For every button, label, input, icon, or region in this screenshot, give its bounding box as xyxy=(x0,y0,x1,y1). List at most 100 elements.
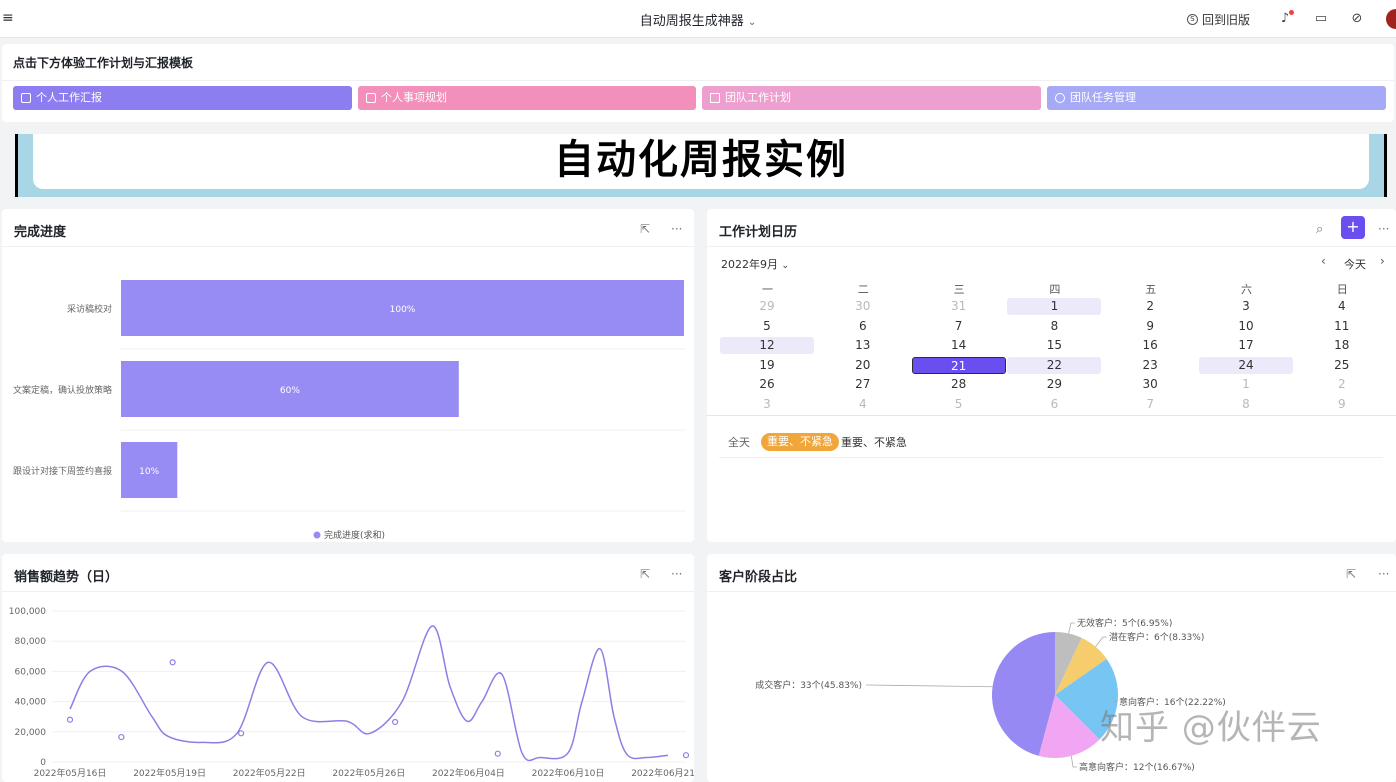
search-icon[interactable]: ⌕ xyxy=(1316,222,1323,237)
calendar-day[interactable]: 22 xyxy=(1007,356,1102,374)
data-point xyxy=(118,733,125,741)
calendar-day[interactable]: 3 xyxy=(1199,298,1293,315)
calendar-day[interactable]: 20 xyxy=(816,357,910,374)
month-label: 2022年9月 xyxy=(721,258,778,271)
calendar-day[interactable]: 2 xyxy=(1103,298,1197,315)
calendar-day[interactable]: 1 xyxy=(1199,376,1293,393)
calendar-day[interactable]: 16 xyxy=(1103,337,1197,354)
calendar-day[interactable]: 7 xyxy=(1103,396,1197,413)
back-label: 回到旧版 xyxy=(1201,12,1250,27)
data-point xyxy=(392,718,399,726)
calendar-day[interactable]: 4 xyxy=(816,396,910,413)
label-leader xyxy=(1095,636,1107,647)
banner-text: 自动化周报实例 xyxy=(554,137,848,183)
template-team-tasks[interactable]: 团队任务管理 xyxy=(1047,86,1386,110)
y-tick-label: 40,000 xyxy=(15,698,47,708)
data-point xyxy=(169,659,176,666)
calendar-day[interactable]: 17 xyxy=(1199,337,1293,354)
calendar-day[interactable]: 21 xyxy=(911,356,1006,374)
calendar-day[interactable]: 6 xyxy=(1007,396,1101,413)
prev-month-icon[interactable]: ‹ xyxy=(1321,254,1326,268)
calendar-day[interactable]: 14 xyxy=(912,337,1006,354)
data-point xyxy=(494,750,501,757)
event-text[interactable]: 重要、不紧急 xyxy=(841,434,907,450)
calendar-day[interactable]: 29 xyxy=(1007,376,1101,393)
calendar-day[interactable]: 12 xyxy=(720,337,814,355)
data-point xyxy=(682,752,690,759)
category-label: 采访稿校对 xyxy=(67,303,112,315)
month-selector[interactable]: 2022年9月 ⌄ xyxy=(721,256,789,272)
weekday-header: 六 xyxy=(1241,283,1252,296)
label-leader xyxy=(1070,755,1077,768)
more-icon[interactable]: ··· xyxy=(671,222,682,236)
calendar-day[interactable]: 31 xyxy=(912,298,1006,315)
inbox-icon[interactable]: ▭ xyxy=(1314,12,1328,26)
add-event-button[interactable]: + xyxy=(1341,216,1365,239)
compass-icon[interactable]: ⊘ xyxy=(1350,12,1364,26)
slice-label: 高意向客户：12个(16.67%) xyxy=(1079,761,1195,773)
calendar-day[interactable]: 8 xyxy=(1007,318,1101,335)
calendar-day[interactable]: 5 xyxy=(912,396,1006,413)
calendar-day[interactable]: 11 xyxy=(1295,318,1389,335)
expand-icon[interactable]: ⇱ xyxy=(640,222,650,236)
template-personal-report[interactable]: 个人工作汇报 xyxy=(13,86,352,110)
calendar-day[interactable]: 1 xyxy=(1007,298,1102,315)
calendar-day[interactable]: 4 xyxy=(1295,298,1389,315)
weekday-header: 二 xyxy=(857,283,869,296)
more-icon[interactable]: ··· xyxy=(1378,222,1389,236)
calendar-day[interactable]: 27 xyxy=(816,376,910,393)
calendar-day[interactable]: 28 xyxy=(912,376,1006,393)
calendar-day[interactable]: 18 xyxy=(1295,337,1389,354)
calendar-day[interactable]: 9 xyxy=(1295,396,1389,413)
calendar-day[interactable]: 5 xyxy=(720,318,814,335)
x-tick-label: 2022年06月21日 xyxy=(631,767,694,779)
y-tick-label: 80,000 xyxy=(15,637,47,647)
calendar-day[interactable]: 10 xyxy=(1199,318,1293,335)
bell-icon[interactable]: ♪ xyxy=(1278,10,1294,26)
calendar-day[interactable]: 24 xyxy=(1199,356,1293,374)
calendar-day[interactable]: 30 xyxy=(816,298,910,315)
calendar-day[interactable]: 15 xyxy=(1007,337,1101,354)
calendar-day[interactable]: 23 xyxy=(1103,357,1197,374)
panel-title: 完成进度 xyxy=(14,225,67,240)
calendar-day[interactable]: 25 xyxy=(1295,357,1389,374)
calendar-icon xyxy=(366,93,376,103)
y-tick-label: 20,000 xyxy=(15,728,47,738)
today-button[interactable]: 今天 xyxy=(1344,256,1366,272)
template-personal-plan[interactable]: 个人事项规划 xyxy=(358,86,696,110)
slice-label: 成交客户：33个(45.83%) xyxy=(755,679,862,691)
next-month-icon[interactable]: › xyxy=(1380,254,1385,268)
event-tag[interactable]: 重要、不紧急 xyxy=(761,433,839,451)
back-to-old-version-link[interactable]: S 回到旧版 xyxy=(1186,11,1250,28)
calendar-day[interactable]: 7 xyxy=(912,318,1006,335)
watermark: 知乎 @伙伴云 xyxy=(1100,708,1322,748)
x-tick-label: 2022年06月04日 xyxy=(432,767,505,779)
calendar-day[interactable]: 3 xyxy=(720,396,814,413)
template-label: 团队工作计划 xyxy=(725,91,791,104)
calendar-day[interactable]: 8 xyxy=(1199,396,1293,413)
users-icon xyxy=(1055,93,1065,103)
slice-label: 无效客户：5个(6.95%) xyxy=(1077,617,1172,629)
avatar[interactable] xyxy=(1386,9,1396,29)
progress-bar-chart: 100% 采访稿校对 60% 文案定稿，确认投放策略 10% 跟设计对接下周签约喜报完成进… xyxy=(13,280,686,541)
calendar-day[interactable]: 6 xyxy=(816,318,910,335)
calendar-day[interactable]: 30 xyxy=(1103,376,1197,393)
series-line xyxy=(69,625,669,762)
category-label: 跟设计对接下周签约喜报 xyxy=(13,465,112,477)
template-heading: 点击下方体验工作计划与汇报模板 xyxy=(13,56,194,70)
template-team-plan[interactable]: 团队工作计划 xyxy=(702,86,1041,110)
calendar-day[interactable]: 29 xyxy=(720,298,814,315)
slice-label: 潜在客户：6个(8.33%) xyxy=(1109,631,1204,643)
x-tick-label: 2022年06月10日 xyxy=(532,767,605,779)
top-bar: ≡ 自动周报生成神器 ⌄ S 回到旧版 ♪ ▭ ⊘ xyxy=(0,0,1396,38)
calendar-day[interactable]: 26 xyxy=(720,376,814,393)
weekday-header: 日 xyxy=(1336,283,1348,296)
calendar-day[interactable]: 9 xyxy=(1103,318,1197,335)
calendar-day[interactable]: 2 xyxy=(1295,376,1389,393)
data-point xyxy=(66,716,74,723)
category-label: 文案定稿，确认投放策略 xyxy=(13,384,112,396)
calendar-day[interactable]: 13 xyxy=(816,337,910,354)
chevron-down-icon: ⌄ xyxy=(747,17,757,28)
calendar-day[interactable]: 19 xyxy=(720,357,814,374)
y-tick-label: 0 xyxy=(40,758,46,768)
